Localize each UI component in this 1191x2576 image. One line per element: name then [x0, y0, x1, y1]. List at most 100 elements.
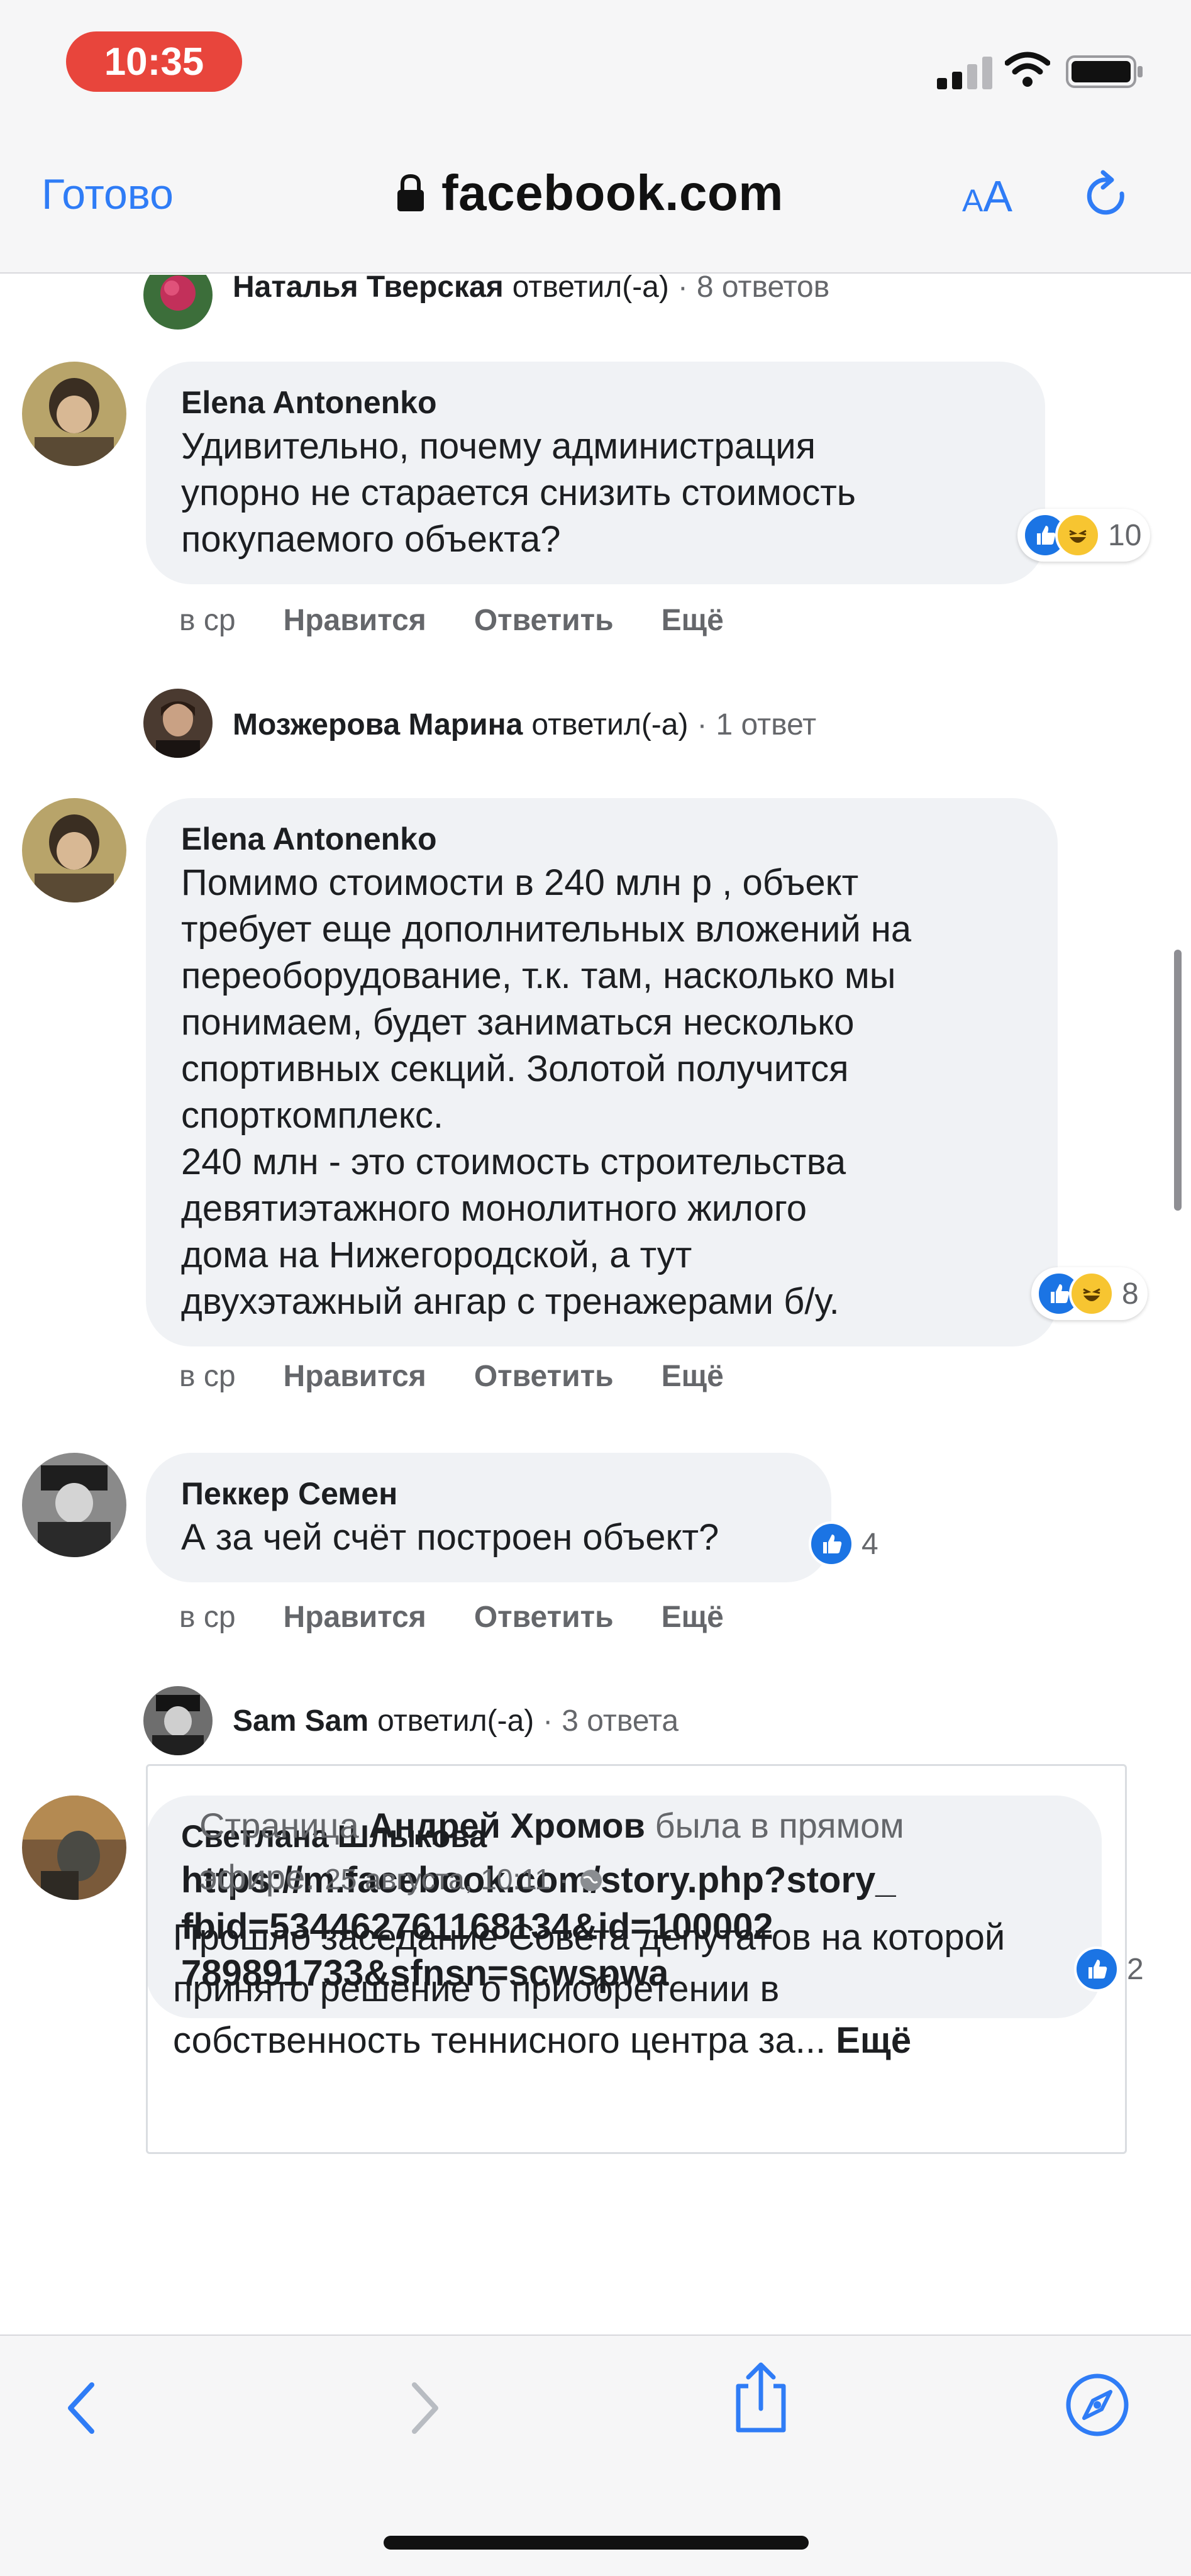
comment-author[interactable]: Elena Antonenko	[181, 382, 1012, 423]
wifi-icon	[1005, 52, 1050, 87]
browser-header: Готово facebook.com AA	[0, 126, 1191, 274]
reply-count: 8 ответов	[696, 275, 830, 304]
separator: ·	[677, 275, 688, 304]
haha-reaction-icon	[1055, 513, 1100, 558]
reply-button[interactable]: Ответить	[474, 603, 614, 638]
shared-post-prefix: Страница	[199, 1806, 359, 1845]
avatar[interactable]	[143, 1686, 213, 1755]
post-text-line: Прошло заседание Совета депутатов на кот…	[173, 1917, 1005, 1958]
comment-text-line: упорно не старается снизить стоимость	[181, 472, 856, 513]
shared-post-meta: Страница Андрей Хромов была в прямом	[199, 1800, 1125, 1852]
comment-text-line: Помимо стоимости в 240 млн р , объект	[181, 862, 859, 903]
reactions-badge[interactable]: 4	[804, 1518, 887, 1570]
comment-bubble[interactable]: Elena Antonenko Помимо стоимости в 240 м…	[146, 798, 1058, 1346]
scrollbar[interactable]	[1174, 950, 1182, 1211]
globe-icon	[580, 1870, 602, 1891]
reactions-badge[interactable]: 8	[1031, 1267, 1148, 1320]
like-button[interactable]: Нравится	[284, 1359, 426, 1394]
cellular-signal-icon	[937, 57, 992, 89]
reply-count: 1 ответ	[716, 708, 817, 741]
reload-icon[interactable]	[1083, 169, 1133, 225]
share-icon[interactable]	[729, 2361, 792, 2436]
comment-text-line: спорткомплекс.	[181, 1095, 444, 1136]
avatar[interactable]	[143, 275, 213, 330]
comment-author[interactable]: Elena Antonenko	[181, 818, 1025, 860]
reply-verb: ответил(-а)	[377, 1704, 535, 1738]
home-indicator[interactable]	[384, 2536, 809, 2550]
more-button[interactable]: Ещё	[662, 1600, 724, 1635]
comment-bubble[interactable]: Elena Antonenko Удивительно, почему адми…	[146, 362, 1045, 584]
comment-text-line: 240 млн - это стоимость строительства	[181, 1141, 846, 1182]
reaction-count: 10	[1108, 518, 1142, 552]
shared-post-text: Прошло заседание Совета депутатов на кот…	[173, 1912, 1135, 2067]
reply-author: Наталья Тверская	[233, 275, 504, 304]
shared-post-page-name[interactable]: Андрей Хромов	[368, 1806, 645, 1845]
comment-text-line: двухэтажный ангар с тренажерами б/у.	[181, 1281, 839, 1322]
status-bar: 10:35	[0, 0, 1191, 126]
comment-text-line: Удивительно, почему администрация	[181, 426, 816, 467]
reply-button[interactable]: Ответить	[474, 1359, 614, 1394]
comment-bubble[interactable]: Пеккер Семен А за чей счёт построен объе…	[146, 1453, 831, 1582]
comment-time[interactable]: в ср	[179, 1600, 236, 1635]
avatar[interactable]	[22, 362, 126, 466]
reply-author: Sam Sam	[233, 1704, 369, 1738]
like-button[interactable]: Нравится	[284, 1600, 426, 1635]
forward-icon[interactable]	[406, 2380, 443, 2436]
status-time: 10:35	[66, 31, 242, 92]
compass-icon[interactable]	[1063, 2370, 1132, 2440]
reply-author: Мозжерова Марина	[233, 708, 523, 741]
comment-author[interactable]: Пеккер Семен	[181, 1473, 794, 1514]
post-text-line: принято решение о приобретении в	[173, 1968, 780, 2009]
reaction-count: 8	[1122, 1277, 1139, 1311]
replies-summary[interactable]: Мозжерова Марина ответил(-а) · 1 ответ	[213, 708, 816, 742]
comment-text-line: спортивных секций. Золотой получится	[181, 1048, 849, 1089]
text-size-big: A	[983, 172, 1013, 221]
comment-text-line: дома на Нижегородской, а тут	[181, 1235, 692, 1275]
reactions-badge[interactable]: 10	[1017, 509, 1151, 562]
done-button[interactable]: Готово	[42, 170, 174, 219]
like-reaction-icon	[809, 1521, 854, 1567]
text-size-button[interactable]: AA	[962, 171, 1012, 221]
comment-actions: в ср Нравится Ответить Ещё	[179, 1600, 724, 1635]
comment-actions: в ср Нравится Ответить Ещё	[179, 603, 724, 638]
separator: ·	[543, 1704, 553, 1738]
replies-summary[interactable]: Sam Sam ответил(-а) · 3 ответа	[213, 1704, 679, 1738]
replies-summary[interactable]: Наталья Тверская ответил(-а) · 8 ответов	[213, 275, 829, 304]
comment-time[interactable]: в ср	[179, 603, 236, 638]
shared-post-date[interactable]: 25 августа, 10:11 ·	[324, 1863, 568, 1896]
comment-text-line: переоборудование, т.к. там, насколько мы	[181, 955, 896, 996]
address-bar[interactable]: facebook.com	[396, 165, 784, 221]
haha-reaction-icon	[1069, 1271, 1114, 1316]
avatar[interactable]	[143, 689, 213, 758]
back-icon[interactable]	[63, 2380, 101, 2436]
comments-feed[interactable]: Наталья Тверская ответил(-а) · 8 ответов…	[0, 275, 1191, 2334]
reply-button[interactable]: Ответить	[474, 1600, 614, 1635]
shared-post-suffix: была в прямом	[655, 1806, 904, 1845]
comment-text-line: требует еще дополнительных вложений на	[181, 909, 912, 950]
battery-icon	[1066, 55, 1143, 88]
shared-post-meta-line2: эфире. 25 августа, 10:11 ·	[199, 1852, 1125, 1905]
avatar[interactable]	[22, 1796, 126, 1900]
post-text-line-last: собственность теннисного центра за... Ещ…	[173, 2015, 1135, 2067]
reply-verb: ответил(-а)	[512, 275, 669, 304]
comment-text-line: покупаемого объекта?	[181, 519, 561, 560]
shared-post-suffix-2: эфире.	[199, 1857, 315, 1897]
comment-text-line: А за чей счёт построен объект?	[181, 1517, 719, 1558]
comment-actions: в ср Нравится Ответить Ещё	[179, 1359, 724, 1394]
reply-verb: ответил(-а)	[531, 708, 689, 741]
see-more-button[interactable]: Ещё	[836, 2020, 911, 2061]
comment-text-line: девятиэтажного монолитного жилого	[181, 1188, 807, 1229]
reply-count: 3 ответа	[562, 1704, 679, 1738]
like-button[interactable]: Нравится	[284, 603, 426, 638]
separator: ·	[697, 708, 707, 741]
avatar[interactable]	[22, 1453, 126, 1557]
reaction-count: 4	[861, 1527, 878, 1561]
more-button[interactable]: Ещё	[662, 603, 724, 638]
lock-icon	[397, 174, 424, 211]
text-size-small: A	[962, 183, 983, 218]
more-button[interactable]: Ещё	[662, 1359, 724, 1394]
avatar[interactable]	[22, 798, 126, 902]
comment-time[interactable]: в ср	[179, 1359, 236, 1394]
post-text-line: собственность теннисного центра за...	[173, 2020, 826, 2061]
url-text: facebook.com	[441, 165, 784, 221]
